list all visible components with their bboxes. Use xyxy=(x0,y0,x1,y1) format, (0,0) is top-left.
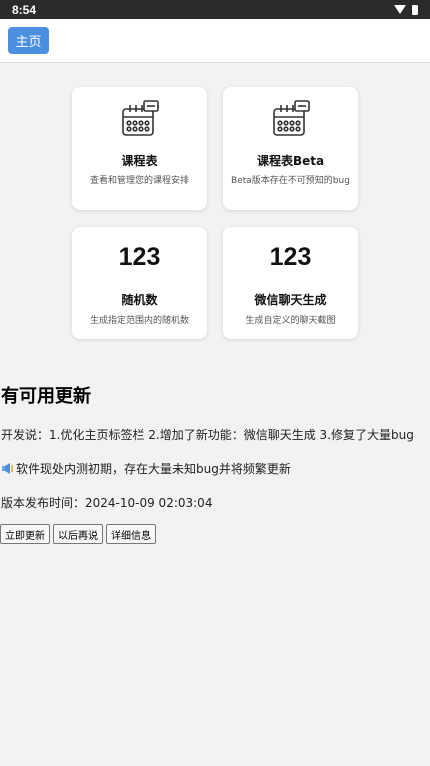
status-time: 8:54 xyxy=(12,2,37,17)
calendar-icon xyxy=(223,99,358,139)
card-title: 课程表 xyxy=(121,154,158,168)
update-warning-line: 软件现处内测初期，存在大量未知bug并将频繁更新 xyxy=(1,460,291,478)
details-button[interactable]: 详细信息 xyxy=(106,524,156,544)
update-actions: 立即更新 以后再说 详细信息 xyxy=(0,524,156,544)
card-title: 随机数 xyxy=(121,293,158,307)
card-desc: 查看和管理您的课程安排 xyxy=(89,176,189,186)
speaker-icon xyxy=(1,462,15,478)
card-number: 123 xyxy=(269,243,312,271)
wifi-icon xyxy=(394,5,406,14)
card-random-number[interactable]: 123 随机数 生成指定范围内的随机数 xyxy=(72,227,207,339)
status-icons xyxy=(394,4,418,15)
status-bar: 8:54 xyxy=(0,0,430,19)
app-header: 主页 xyxy=(0,19,430,63)
card-desc: Beta版本存在不可预知的bug xyxy=(231,176,350,186)
update-notes: 开发说：1.优化主页标签栏 2.增加了新功能：微信聊天生成 3.修复了大量bug xyxy=(1,428,414,442)
update-title: 有可用更新 xyxy=(1,386,91,407)
release-time: 版本发布时间：2024-10-09 02:03:04 xyxy=(1,496,213,510)
update-warning: 软件现处内测初期，存在大量未知bug并将频繁更新 xyxy=(16,462,291,476)
card-wechat-chat-generator[interactable]: 123 微信聊天生成 生成自定义的聊天截图 xyxy=(223,227,358,339)
calendar-icon xyxy=(72,99,207,139)
card-desc: 生成自定义的聊天截图 xyxy=(245,316,336,326)
update-now-button[interactable]: 立即更新 xyxy=(0,524,50,544)
home-button[interactable]: 主页 xyxy=(8,27,49,54)
card-number: 123 xyxy=(118,243,161,271)
battery-icon xyxy=(412,4,418,15)
card-schedule-beta[interactable]: 课程表Beta Beta版本存在不可预知的bug xyxy=(223,87,358,210)
later-button[interactable]: 以后再说 xyxy=(53,524,103,544)
card-desc: 生成指定范围内的随机数 xyxy=(89,316,189,326)
card-schedule[interactable]: 课程表 查看和管理您的课程安排 xyxy=(72,87,207,210)
card-title: 微信聊天生成 xyxy=(254,293,327,307)
card-title: 课程表Beta xyxy=(256,154,325,168)
